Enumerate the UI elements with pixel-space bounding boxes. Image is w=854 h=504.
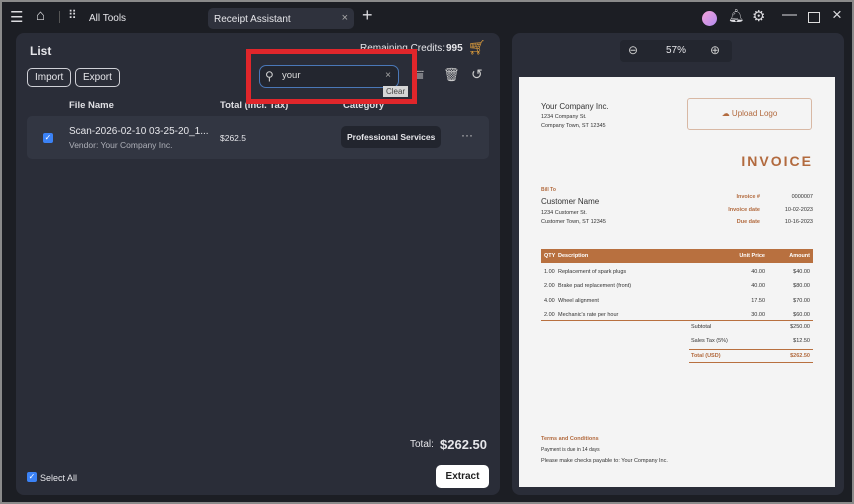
company-name: Your Company Inc. [541,102,609,111]
highlight-box [246,49,417,104]
filter-icon[interactable]: ⩸ [416,67,424,83]
invoice-title: INVOICE [741,153,813,169]
menu-icon[interactable]: ☰ [10,8,23,26]
column-file-name: File Name [69,100,114,111]
col-unit: Unit Price [739,252,765,259]
import-button[interactable]: Import [27,68,72,87]
tax-label: Sales Tax (5%) [691,338,728,344]
customer-address: 1234 Customer St. [541,210,587,216]
subtotal-label: Subtotal [691,324,712,330]
cloud-upload-icon: ☁ [721,109,730,118]
file-name: Scan-2026-02-10 03-25-20_1... [69,126,209,137]
invoice-table-header: QTY Description Unit Price Amount [541,249,813,263]
table-divider [541,320,813,321]
line-qty: 2.00 [544,283,555,289]
apps-grid-icon[interactable]: ⠿ [68,8,77,22]
line-desc: Brake pad replacement (front) [558,283,632,289]
select-all-label[interactable]: Select All [40,473,77,483]
zoom-level: 57% [666,45,687,56]
meta-value: 10-16-2023 [784,219,813,225]
line-qty: 1.00 [544,268,555,275]
terms-line: Please make checks payable to: Your Comp… [541,458,668,464]
total-label: Total: [410,439,434,450]
zoom-controls: ⊖ 57% ⊕ [620,40,732,62]
invoice-total-value: $262.50 [790,353,810,359]
invoice-total-label: Total (USD) [691,353,721,359]
divider [59,11,60,23]
terms-title: Terms and Conditions [541,436,599,442]
bill-to-label: Bill To [541,187,556,193]
table-row[interactable]: ✓ Scan-2026-02-10 03-25-20_1... Vendor: … [27,116,489,159]
settings-gear-icon[interactable]: ⚙ [752,7,765,25]
maximize-icon[interactable] [808,12,820,23]
vendor: Vendor: Your Company Inc. [69,140,173,150]
close-window-icon[interactable]: × [832,5,842,25]
preview-panel: ⊖ 57% ⊕ Your Company Inc. 1234 Company S… [512,33,844,495]
company-address: 1234 Company St. [541,114,587,120]
category-badge[interactable]: Professional Services [341,126,442,148]
meta-label: Due date [736,219,760,225]
line-qty: 2.00 [544,312,555,318]
line-amount: $40.00 [793,268,810,275]
line-qty: 4.00 [544,297,555,304]
terms-line: Payment is due in 14 days [541,447,600,453]
total-value: $262.50 [440,437,487,452]
extract-button[interactable]: Extract [436,465,489,488]
line-amount: $80.00 [793,283,810,289]
row-total: $262.5 [220,133,246,143]
meta-value: 0000007 [791,194,813,200]
meta-value: 10-02-2023 [784,207,813,213]
line-amount: $60.00 [793,312,810,318]
zoom-out-icon[interactable]: ⊖ [628,43,638,57]
home-icon[interactable]: ⌂ [36,7,45,24]
all-tools-link[interactable]: All Tools [89,13,126,24]
customer-city: Customer Town, ST 12345 [541,219,606,225]
line-unit: 17.50 [751,297,765,304]
meta-label: Invoice date [728,207,760,213]
invoice-line: 4.00 Wheel alignment 17.50 $70.00 [541,294,813,308]
notification-bell-icon[interactable]: 🔔︎ [728,8,745,24]
total-divider-top [689,349,813,350]
tab-label: Receipt Assistant [214,14,291,25]
line-desc: Wheel alignment [558,297,599,304]
total-divider-bottom [689,362,813,363]
line-amount: $70.00 [793,297,810,304]
company-city: Company Town, ST 12345 [541,123,606,129]
line-desc: Replacement of spark plugs [558,268,627,275]
close-tab-icon[interactable]: × [342,12,348,24]
list-title: List [30,44,52,58]
line-unit: 40.00 [751,283,765,289]
select-all-checkbox[interactable]: ✓ [27,472,37,482]
zoom-in-icon[interactable]: ⊕ [710,43,720,57]
invoice-line: 2.00 Brake pad replacement (front) 40.00 $8… [541,280,813,294]
trash-icon[interactable]: 🗑︎ [443,67,460,83]
row-checkbox[interactable]: ✓ [43,133,53,143]
export-button[interactable]: Export [75,68,120,87]
col-amount: Amount [789,252,810,259]
avatar[interactable] [702,11,717,26]
invoice-line: 1.00 Replacement of spark plugs 40.00 $40.0… [541,265,813,279]
minimize-icon[interactable]: — [782,6,797,23]
cart-icon[interactable]: 🛒︎ [468,39,486,56]
tax-value: $12.50 [793,338,810,344]
refresh-icon[interactable]: ↺ [471,66,483,83]
more-options-icon[interactable]: ··· [461,128,473,142]
col-desc: Description [558,252,589,259]
invoice-document: Your Company Inc. 1234 Company St. Compa… [519,77,835,487]
tab-receipt-assistant[interactable]: Receipt Assistant × [208,8,354,29]
upload-logo-button[interactable]: ☁ Upload Logo [687,98,812,130]
new-tab-icon[interactable]: + [362,5,373,26]
meta-label: Invoice # [736,194,760,200]
line-desc: Mechanic's rate per hour [558,312,619,318]
customer-name: Customer Name [541,197,600,206]
line-unit: 30.00 [751,312,765,318]
subtotal-value: $250.00 [790,324,810,330]
col-qty: QTY [544,252,556,259]
credits-value: 995 [446,43,463,54]
line-unit: 40.00 [751,268,765,275]
upload-logo-label: Upload Logo [731,109,778,118]
